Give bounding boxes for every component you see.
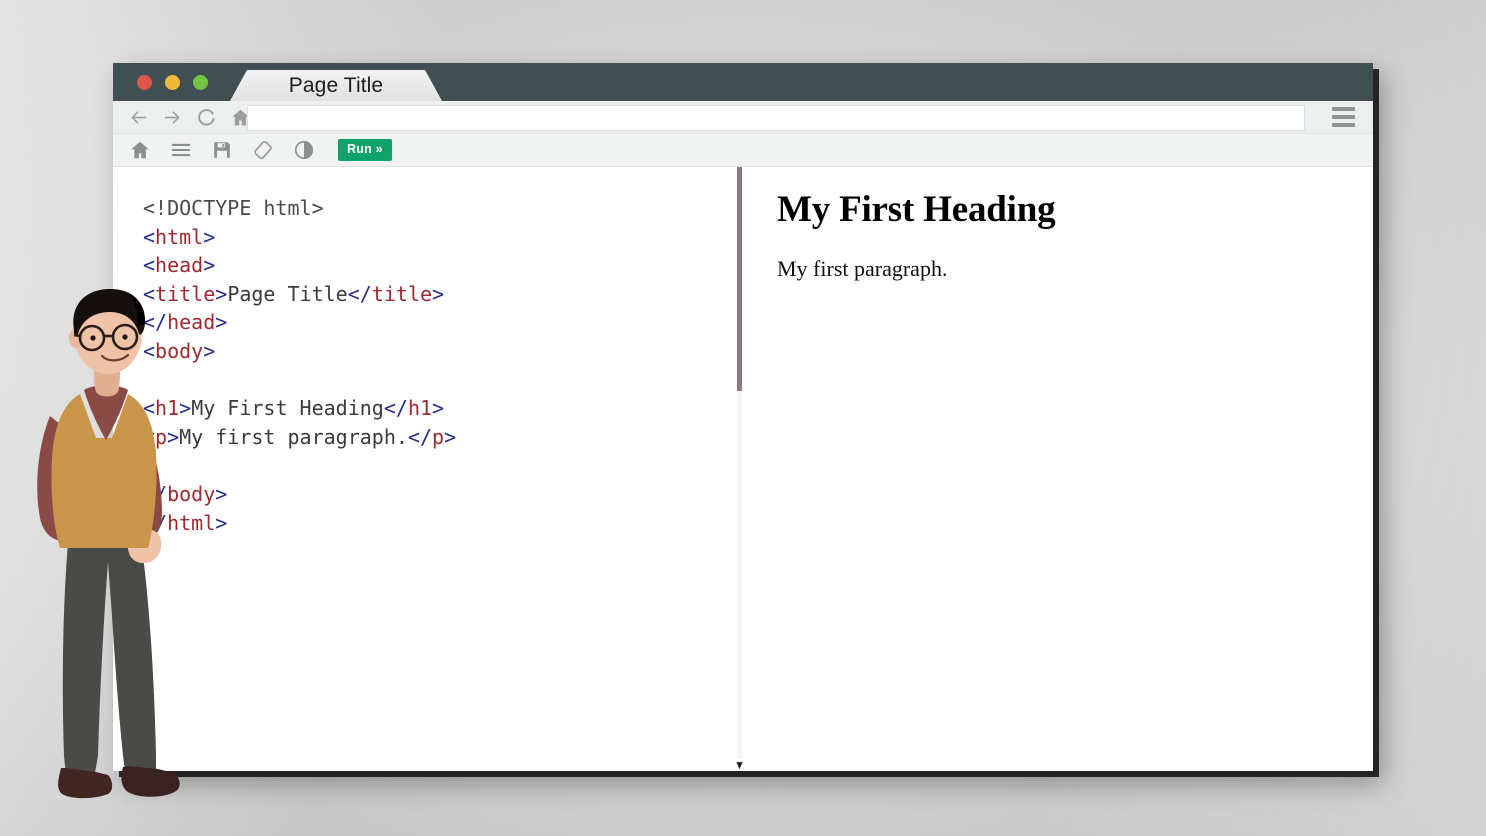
code-token: p bbox=[155, 425, 167, 449]
splitter-bar-bottom bbox=[737, 391, 742, 759]
code-token: </ bbox=[143, 482, 167, 506]
code-token: > bbox=[203, 253, 215, 277]
browser-navbar bbox=[113, 101, 1373, 134]
code-token: title bbox=[372, 282, 432, 306]
code-token: <!DOCTYPE html> bbox=[143, 196, 324, 220]
maximize-window-button[interactable] bbox=[193, 75, 208, 90]
splitter-handle-icon[interactable] bbox=[736, 759, 743, 771]
contrast-icon[interactable] bbox=[293, 139, 315, 161]
code-token: body bbox=[167, 482, 215, 506]
code-token: > bbox=[444, 425, 456, 449]
code-token: </ bbox=[384, 396, 408, 420]
window-controls bbox=[137, 75, 208, 90]
code-token: < bbox=[143, 396, 155, 420]
character-hand-left bbox=[68, 520, 105, 545]
code-token: > bbox=[215, 511, 227, 535]
code-token: < bbox=[143, 425, 155, 449]
splitter-bar-top bbox=[737, 167, 742, 391]
browser-window: Page Title bbox=[113, 63, 1373, 771]
save-icon[interactable] bbox=[211, 139, 233, 161]
code-token: html bbox=[167, 511, 215, 535]
code-token: h1 bbox=[408, 396, 432, 420]
code-token: body bbox=[155, 339, 203, 363]
code-token: < bbox=[143, 253, 155, 277]
character-ear bbox=[69, 328, 83, 348]
code-editor-content[interactable]: <!DOCTYPE html> <html> <head> <title>Pag… bbox=[113, 167, 736, 537]
preview-paragraph: My first paragraph. bbox=[777, 256, 1343, 282]
hamburger-menu-icon[interactable] bbox=[1332, 106, 1355, 128]
browser-tab[interactable]: Page Title bbox=[230, 70, 442, 101]
code-token: Page Title bbox=[227, 282, 347, 306]
screenshot-stage: Page Title bbox=[0, 0, 1486, 836]
preview-heading: My First Heading bbox=[777, 189, 1343, 232]
menu-bar-2 bbox=[1332, 115, 1355, 119]
code-token: > bbox=[215, 482, 227, 506]
browser-titlebar: Page Title bbox=[113, 63, 1373, 101]
close-window-button[interactable] bbox=[137, 75, 152, 90]
menu-list-icon[interactable] bbox=[170, 139, 192, 161]
code-token: < bbox=[143, 225, 155, 249]
code-token: > bbox=[215, 282, 227, 306]
code-token: head bbox=[167, 310, 215, 334]
pane-splitter[interactable] bbox=[736, 167, 743, 771]
code-token: > bbox=[179, 396, 191, 420]
code-token: My first paragraph. bbox=[179, 425, 408, 449]
code-token: h1 bbox=[155, 396, 179, 420]
menu-bar-1 bbox=[1332, 107, 1355, 111]
editor-workspace: <!DOCTYPE html> <html> <head> <title>Pag… bbox=[113, 167, 1373, 771]
editor-toolbar: Run » bbox=[113, 134, 1373, 167]
arrow-right-icon[interactable] bbox=[162, 107, 183, 128]
character-eye-left bbox=[90, 335, 95, 340]
home-icon[interactable] bbox=[129, 139, 151, 161]
reload-icon[interactable] bbox=[196, 107, 217, 128]
character-shoe-left bbox=[58, 768, 112, 798]
address-input[interactable] bbox=[248, 106, 1304, 130]
code-token: html bbox=[155, 225, 203, 249]
code-token: > bbox=[167, 425, 179, 449]
run-button[interactable]: Run » bbox=[338, 139, 392, 161]
code-token: title bbox=[155, 282, 215, 306]
menu-bar-3 bbox=[1332, 123, 1355, 127]
code-token: head bbox=[155, 253, 203, 277]
character-sleeve-left bbox=[37, 416, 84, 541]
code-token: </ bbox=[143, 511, 167, 535]
code-token: </ bbox=[408, 425, 432, 449]
preview-pane: My First Heading My first paragraph. bbox=[743, 167, 1373, 771]
code-token: > bbox=[432, 282, 444, 306]
navigation-controls bbox=[128, 101, 251, 133]
code-token: </ bbox=[348, 282, 372, 306]
code-token: > bbox=[215, 310, 227, 334]
code-token: > bbox=[203, 339, 215, 363]
code-token: </ bbox=[143, 310, 167, 334]
minimize-window-button[interactable] bbox=[165, 75, 180, 90]
code-token: < bbox=[143, 339, 155, 363]
code-token: My First Heading bbox=[191, 396, 384, 420]
rotate-icon[interactable] bbox=[252, 139, 274, 161]
code-token: > bbox=[432, 396, 444, 420]
arrow-left-icon[interactable] bbox=[128, 107, 149, 128]
code-editor-pane[interactable]: <!DOCTYPE html> <html> <head> <title>Pag… bbox=[113, 167, 736, 771]
code-token: < bbox=[143, 282, 155, 306]
code-token: > bbox=[203, 225, 215, 249]
code-token: p bbox=[432, 425, 444, 449]
address-bar[interactable] bbox=[247, 105, 1305, 131]
